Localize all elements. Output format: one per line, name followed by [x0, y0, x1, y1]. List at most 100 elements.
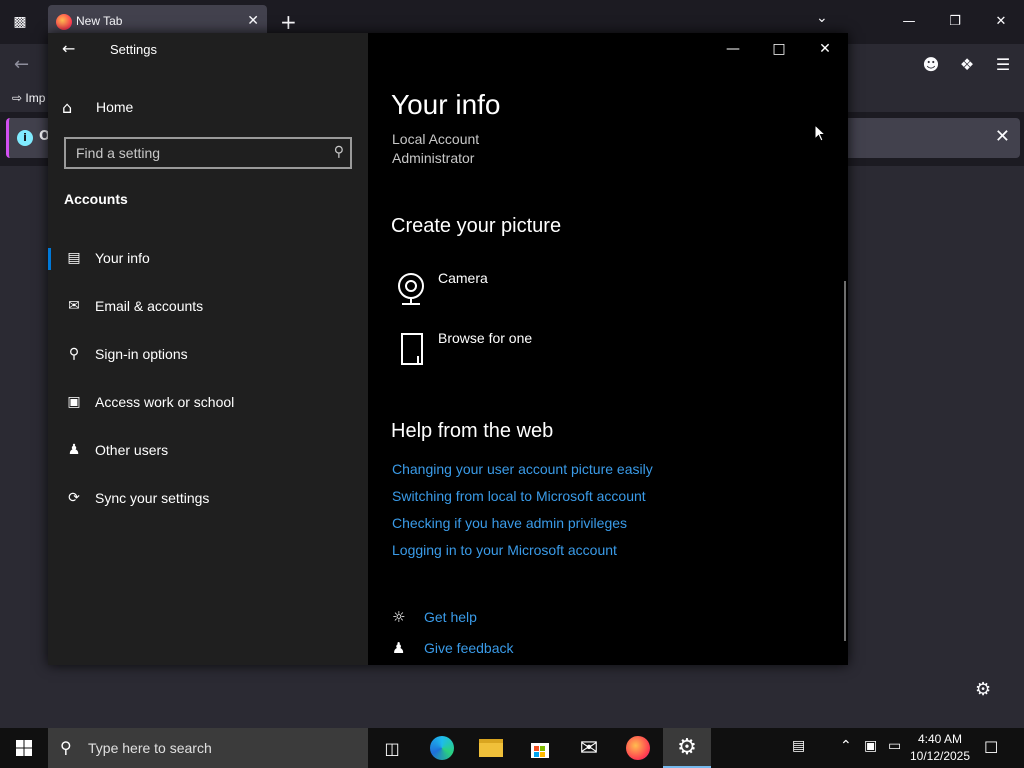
get-help-link[interactable]: ☼ Get help — [392, 607, 477, 627]
task-view-icon: ◫ — [384, 738, 400, 758]
network-icon[interactable]: ▭ — [888, 738, 901, 754]
edge-icon — [430, 736, 454, 760]
camera-icon — [398, 273, 424, 305]
section-heading: Accounts — [64, 191, 128, 207]
close-icon[interactable]: ✕ — [802, 33, 848, 65]
settings-content-pane: — □ ✕ Your info Local Account Administra… — [368, 33, 848, 665]
account-role: Administrator — [392, 150, 475, 166]
mail-icon: ✉ — [579, 735, 599, 761]
settings-nav-pane: ← Settings ⌂ Home ⚲ Accounts ▤ Your info… — [48, 33, 368, 665]
import-bookmarks-label: Imp — [25, 91, 46, 105]
nav-item-your-info[interactable]: ▤ Your info — [48, 238, 368, 278]
meet-now-icon[interactable]: ▣ — [864, 738, 877, 754]
camera-option[interactable]: Camera — [392, 270, 692, 310]
search-input[interactable] — [76, 144, 316, 162]
clock-date: 10/12/2025 — [909, 749, 971, 763]
gear-icon: ⚙ — [677, 734, 697, 760]
find-setting-search[interactable]: ⚲ — [64, 137, 352, 169]
nav-item-label: Access work or school — [95, 394, 235, 410]
nav-item-label: Email & accounts — [95, 298, 204, 314]
start-button[interactable] — [0, 728, 48, 768]
get-help-label: Get help — [424, 609, 477, 625]
store-taskbar-button[interactable] — [516, 728, 564, 768]
news-icon[interactable]: ▤ — [792, 738, 805, 754]
nav-item-email-accounts[interactable]: ✉ Email & accounts — [48, 286, 368, 326]
close-tab-icon[interactable]: ✕ — [247, 13, 259, 29]
home-icon: ⌂ — [62, 97, 73, 117]
nav-item-label: Your info — [95, 250, 150, 266]
file-explorer-taskbar-button[interactable] — [467, 728, 515, 768]
import-bookmarks-link[interactable]: ⇨ Imp — [12, 91, 45, 105]
system-clock[interactable]: 4:40 AM 10/12/2025 — [904, 731, 976, 765]
mouse-cursor-icon — [814, 124, 826, 142]
briefcase-icon: ▣ — [67, 394, 81, 410]
home-link[interactable]: ⌂ Home — [62, 95, 133, 119]
chevron-down-icon[interactable]: ⌄ — [816, 10, 828, 26]
scrollbar[interactable] — [844, 281, 846, 641]
menu-icon[interactable]: ☰ — [992, 53, 1014, 77]
nav-item-sign-in-options[interactable]: ⚲ Sign-in options — [48, 334, 368, 374]
nav-item-sync-settings[interactable]: ⟳ Sync your settings — [48, 478, 368, 518]
search-icon: ⚲ — [60, 738, 72, 757]
key-icon: ⚲ — [68, 346, 80, 362]
account-icon[interactable]: ☻ — [920, 53, 942, 77]
selection-indicator — [48, 248, 51, 270]
close-icon[interactable]: ✕ — [978, 0, 1024, 44]
edge-taskbar-button[interactable] — [418, 728, 466, 768]
settings-window-controls: — □ ✕ — [710, 33, 848, 65]
help-link-microsoft-login[interactable]: Logging in to your Microsoft account — [392, 542, 617, 558]
page-title: Your info — [391, 89, 501, 120]
toolbar-icons: ☻ ❖ ☰ — [920, 53, 1014, 77]
store-icon — [531, 743, 549, 758]
back-arrow-icon[interactable]: ← — [14, 54, 29, 75]
mail-taskbar-button[interactable]: ✉ — [565, 728, 613, 768]
help-link-switch-account[interactable]: Switching from local to Microsoft accoun… — [392, 488, 646, 504]
nav-item-label: Sign-in options — [95, 346, 188, 362]
taskbar: ⚲ Type here to search ◫ ✉ ⚙ ▤ ⌃ ▣ ▭ 4:40… — [0, 728, 1024, 768]
window-title: Settings — [110, 42, 157, 57]
taskbar-search-placeholder: Type here to search — [88, 740, 212, 756]
browse-label: Browse for one — [438, 330, 533, 346]
nav-item-other-users[interactable]: ♟ Other users — [48, 430, 368, 470]
windows-logo-icon — [16, 740, 32, 756]
gear-icon[interactable]: ⚙ — [975, 679, 991, 700]
firefox-icon — [626, 736, 650, 760]
nav-item-access-work[interactable]: ▣ Access work or school — [48, 382, 368, 422]
camera-label: Camera — [438, 270, 488, 286]
help-link-change-picture[interactable]: Changing your user account picture easil… — [392, 461, 653, 477]
person-add-icon: ♟ — [67, 442, 81, 458]
folder-icon — [479, 739, 503, 757]
chevron-up-icon[interactable]: ⌃ — [840, 738, 852, 754]
feedback-icon: ♟ — [392, 639, 406, 657]
browse-option[interactable]: Browse for one — [392, 330, 692, 370]
maximize-icon[interactable]: □ — [756, 33, 802, 65]
settings-taskbar-button[interactable]: ⚙ — [663, 728, 711, 768]
new-tab-button[interactable]: + — [280, 10, 297, 34]
file-icon — [401, 333, 423, 365]
back-arrow-icon[interactable]: ← — [62, 39, 75, 58]
task-view-button[interactable]: ◫ — [368, 728, 416, 768]
minimize-icon[interactable]: — — [886, 0, 932, 44]
mail-icon: ✉ — [68, 298, 80, 314]
list-all-tabs-icon[interactable]: ▩ — [8, 10, 32, 34]
firefox-window-controls: — ❐ ✕ — [886, 0, 1024, 44]
help-heading: Help from the web — [391, 420, 554, 442]
help-link-admin-privileges[interactable]: Checking if you have admin privileges — [392, 515, 627, 531]
search-icon[interactable]: ⚲ — [334, 144, 344, 160]
settings-window: ← Settings ⌂ Home ⚲ Accounts ▤ Your info… — [48, 33, 848, 665]
give-feedback-link[interactable]: ♟ Give feedback — [392, 638, 514, 658]
close-notification-icon[interactable]: ✕ — [995, 126, 1010, 147]
clock-time: 4:40 AM — [917, 732, 963, 746]
notifications-icon[interactable]: ☐ — [984, 738, 998, 757]
taskbar-search-box[interactable]: ⚲ Type here to search — [48, 728, 368, 768]
minimize-icon[interactable]: — — [710, 33, 756, 65]
feedback-label: Give feedback — [424, 640, 514, 656]
chat-help-icon: ☼ — [392, 608, 406, 626]
firefox-icon — [56, 14, 72, 30]
restore-icon[interactable]: ❐ — [932, 0, 978, 44]
firefox-taskbar-button[interactable] — [614, 728, 662, 768]
nav-item-label: Sync your settings — [95, 490, 210, 506]
extensions-icon[interactable]: ❖ — [956, 53, 978, 77]
info-icon: i — [17, 130, 33, 146]
nav-item-label: Other users — [95, 442, 169, 458]
